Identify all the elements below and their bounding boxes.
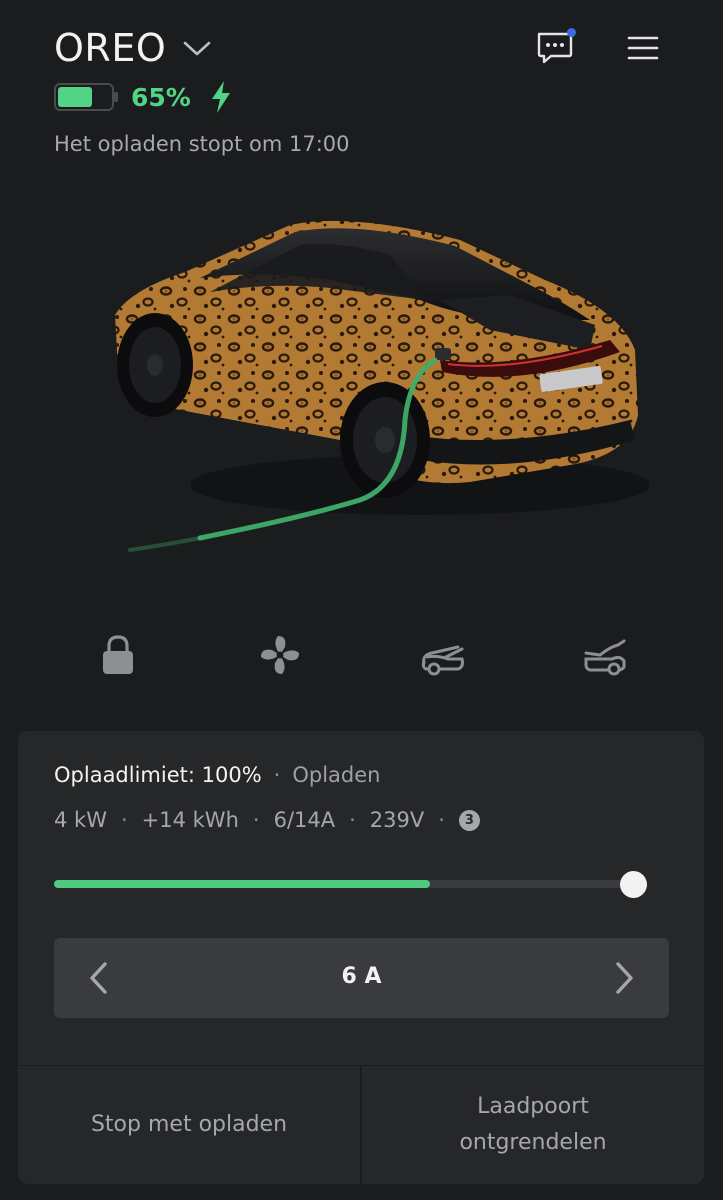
slider-charge-fill: [54, 880, 431, 888]
charge-current-value: 6 A: [341, 964, 382, 989]
lightning-bolt-icon: [211, 81, 230, 113]
charge-current: 6/14A: [273, 808, 336, 832]
quick-controls: [0, 628, 723, 688]
charge-limit-slider[interactable]: [54, 871, 647, 898]
increase-current-button[interactable]: [579, 938, 669, 1018]
charging-panel: Oplaadlimiet: 100% · Opladen 4 kW · +14 …: [18, 731, 704, 1184]
fan-icon[interactable]: [258, 633, 302, 677]
lock-icon[interactable]: [100, 634, 136, 676]
charge-limit-label: Oplaadlimiet: 100%: [54, 763, 262, 787]
lock-button[interactable]: [88, 628, 148, 682]
messages-button[interactable]: [533, 28, 577, 68]
chevron-down-icon[interactable]: [182, 37, 212, 59]
energy-added: +14 kWh: [141, 808, 239, 832]
stop-charging-button[interactable]: Stop met opladen: [18, 1066, 360, 1184]
charge-status-text: Het opladen stopt om 17:00: [54, 132, 350, 156]
phase-count-badge: 3: [458, 809, 480, 831]
battery-percent: 65%: [131, 82, 191, 112]
vehicle-selector[interactable]: OREO: [54, 26, 212, 70]
charge-voltage: 239V: [369, 808, 425, 832]
charging-stats: 4 kW · +14 kWh · 6/14A · 239V · 3: [54, 808, 480, 832]
charge-limit-row: Oplaadlimiet: 100% · Opladen: [54, 763, 381, 787]
vehicle-image: [90, 200, 650, 560]
unlock-port-label-line1: Laadpoort: [477, 1094, 589, 1119]
hamburger-menu-icon[interactable]: [627, 35, 659, 61]
vehicle-name[interactable]: OREO: [54, 26, 166, 70]
header-actions: [533, 28, 665, 68]
charge-current-stepper: 6 A: [54, 938, 669, 1018]
battery-status: 65%: [54, 80, 233, 114]
trunk-icon[interactable]: [582, 633, 630, 677]
battery-icon: [54, 83, 118, 111]
charging-state: Opladen: [292, 763, 381, 787]
frunk-button[interactable]: [412, 628, 472, 682]
frunk-icon[interactable]: [418, 633, 466, 677]
climate-button[interactable]: [250, 628, 310, 682]
charge-power: 4 kW: [54, 808, 107, 832]
unlock-charge-port-button[interactable]: Laadpoort ontgrendelen: [362, 1066, 704, 1184]
stop-charging-label: Stop met opladen: [90, 1112, 288, 1137]
menu-button[interactable]: [621, 28, 665, 68]
trunk-button[interactable]: [576, 628, 636, 682]
chevron-right-icon[interactable]: [612, 960, 636, 996]
unlock-port-label-line2: ontgrendelen: [459, 1130, 607, 1155]
notification-dot: [567, 28, 576, 37]
car-illustration: [115, 220, 650, 552]
slider-thumb[interactable]: [620, 871, 647, 898]
